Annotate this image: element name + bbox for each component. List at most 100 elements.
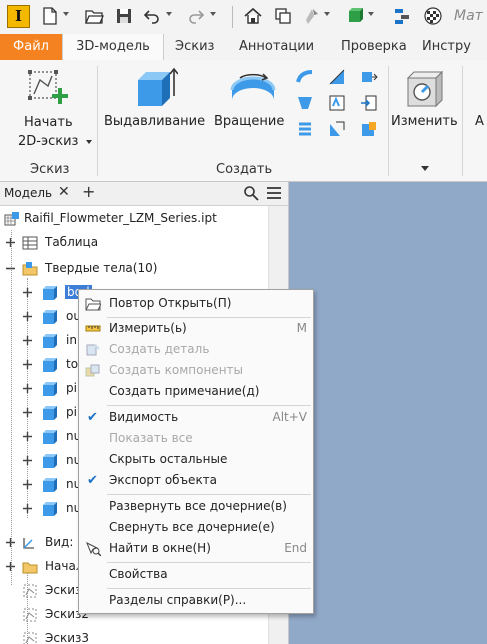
extrude-label[interactable]: Выдавливание [104, 114, 205, 129]
menu-separator [107, 405, 311, 406]
expand-icon[interactable] [23, 456, 32, 465]
tree-item-sketch[interactable]: Эскиз3 [0, 628, 268, 644]
expand-icon[interactable] [23, 288, 32, 297]
menu-item-show-all[interactable]: Показать все [79, 428, 313, 449]
open-folder-icon[interactable] [84, 6, 104, 26]
tab-tools[interactable]: Инстру [422, 34, 471, 60]
solid-body-icon [43, 334, 57, 348]
close-icon[interactable]: ✕ [58, 184, 70, 200]
tree-item-label: Эскиз [45, 583, 82, 597]
3d-box-dropdown-icon[interactable] [368, 12, 374, 16]
menu-item-create-note[interactable]: Создать примечание(д) [79, 381, 313, 402]
tab-file[interactable]: Файл [0, 34, 62, 60]
sweep-icon[interactable] [296, 68, 314, 86]
expand-icon[interactable] [23, 480, 32, 489]
search-icon[interactable] [243, 185, 259, 201]
import-icon[interactable] [360, 94, 378, 112]
menu-item-collapse-all[interactable]: Свернуть все дочерние(е) [79, 517, 313, 538]
tree-item-solid-bodies[interactable]: Твердые тела(10) [0, 258, 268, 280]
menu-icon[interactable] [266, 186, 282, 200]
tree-item-label: Эскиз3 [45, 631, 90, 644]
menu-item-export-object[interactable]: ✔ Экспорт объекта [79, 470, 313, 491]
redo-icon[interactable] [186, 6, 206, 26]
tree-item-part-file[interactable]: Raifil_Flowmeter_LZM_Series.ipt [0, 208, 268, 230]
tree-item-label: Raifil_Flowmeter_LZM_Series.ipt [24, 211, 217, 225]
revolve-label[interactable]: Вращение [214, 114, 284, 129]
loft-icon[interactable] [296, 94, 314, 112]
revolve-icon[interactable] [228, 68, 278, 112]
tab-annotations[interactable]: Аннотации [239, 34, 314, 60]
expand-icon[interactable] [6, 538, 15, 547]
next-group-label[interactable]: А [475, 114, 484, 129]
derive-icon[interactable] [360, 68, 378, 86]
menu-item-create-part[interactable]: Создать деталь [79, 339, 313, 360]
material-selector[interactable]: Мат [454, 8, 483, 24]
tab-inspect[interactable]: Проверка [341, 34, 407, 60]
expand-icon[interactable] [23, 384, 32, 393]
3d-box-icon[interactable] [345, 6, 365, 26]
expand-icon[interactable] [23, 408, 32, 417]
expand-icon[interactable] [23, 360, 32, 369]
graphics-canvas[interactable] [289, 182, 487, 644]
expand-icon[interactable] [23, 336, 32, 345]
new-file-dropdown-icon[interactable] [63, 12, 69, 16]
tree-item-label: Твердые тела(10) [45, 261, 158, 275]
sketch-icon[interactable] [26, 68, 70, 110]
ribbon-panel: Начать 2D-эскиз Эскиз Выдавливание Враще… [0, 60, 487, 182]
origin-folder-icon [22, 562, 38, 574]
redo-dropdown-icon[interactable] [210, 12, 216, 16]
material-sphere-icon[interactable] [423, 6, 443, 26]
tree-item-table[interactable]: Таблица [0, 232, 268, 254]
extrude-icon[interactable] [132, 66, 178, 112]
sketch-item-icon [23, 632, 37, 644]
undo-icon[interactable] [142, 6, 162, 26]
tree-item-label: Таблица [45, 235, 99, 249]
coil-icon[interactable] [296, 120, 314, 138]
expand-icon[interactable] [23, 504, 32, 513]
expand-icon[interactable] [6, 562, 15, 571]
undo-dropdown-icon[interactable] [166, 12, 172, 16]
modify-icon[interactable] [402, 68, 446, 112]
start-sketch-label-1[interactable]: Начать [24, 115, 73, 130]
rib-icon[interactable] [328, 68, 346, 86]
create-part-icon [86, 344, 100, 356]
update-icon[interactable] [302, 6, 322, 26]
modify-label[interactable]: Изменить [391, 114, 458, 129]
tab-model[interactable]: Модель [4, 186, 52, 200]
quick-access-toolbar: I Мат [0, 0, 487, 34]
app-logo-icon[interactable]: I [7, 5, 30, 28]
start-sketch-dropdown-icon[interactable] [86, 140, 92, 144]
shape-generator-icon[interactable] [360, 120, 378, 138]
menu-item-reopen[interactable]: Повтор Открыть(П) [79, 293, 313, 314]
emboss-icon[interactable] [328, 94, 346, 112]
toolbar-separator [232, 6, 233, 28]
modify-dropdown-icon[interactable] [421, 166, 429, 171]
collapse-icon[interactable] [6, 264, 15, 273]
check-icon: ✔ [87, 410, 98, 425]
menu-item-visibility[interactable]: ✔ Видимость Alt+V [79, 407, 313, 428]
tab-3d-model[interactable]: 3D-модель [62, 34, 164, 60]
decal-icon[interactable] [328, 120, 346, 138]
menu-item-expand-all[interactable]: Развернуть все дочерние(в) [79, 496, 313, 517]
menu-item-create-components[interactable]: Создать компоненты [79, 360, 313, 381]
expand-icon[interactable] [6, 238, 15, 247]
group-separator [388, 66, 389, 176]
menu-item-measure[interactable]: Измерить(ь) M [79, 318, 313, 339]
menu-item-properties[interactable]: Свойства [79, 564, 313, 585]
start-sketch-label-2[interactable]: 2D-эскиз [18, 134, 78, 149]
tab-sketch[interactable]: Эскиз [175, 34, 214, 60]
save-icon[interactable] [114, 6, 134, 26]
add-tab-icon[interactable]: + [82, 182, 95, 201]
return-icon[interactable] [273, 6, 293, 26]
group-title-sketch: Эскиз [30, 162, 70, 177]
expand-icon[interactable] [23, 432, 32, 441]
check-icon: ✔ [87, 473, 98, 488]
update-dropdown-icon[interactable] [324, 12, 330, 16]
home-icon[interactable] [243, 6, 263, 26]
expand-icon[interactable] [23, 312, 32, 321]
parameters-icon[interactable] [392, 6, 412, 26]
menu-item-find-in-window[interactable]: Найти в окне(Н) End [79, 538, 313, 559]
new-file-icon[interactable] [40, 6, 60, 26]
menu-item-hide-others[interactable]: Скрыть остальные [79, 449, 313, 470]
menu-item-help-topics[interactable]: Разделы справки(P)... [79, 590, 313, 611]
